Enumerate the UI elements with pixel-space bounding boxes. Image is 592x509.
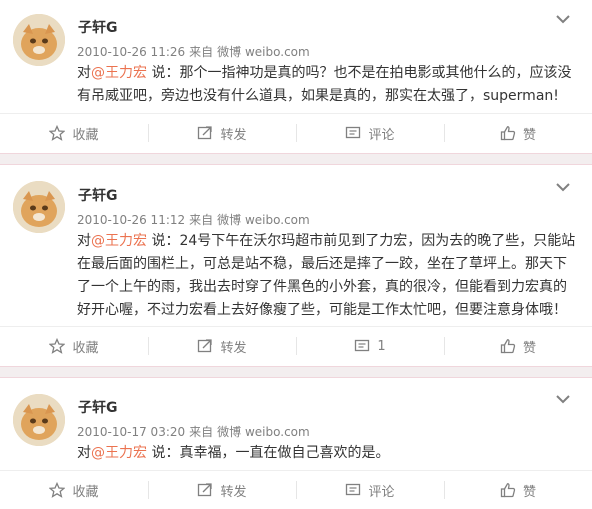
like-button[interactable]: 赞 — [444, 114, 592, 152]
avatar[interactable] — [13, 394, 65, 446]
author-name[interactable]: 子轩G — [78, 397, 118, 417]
repost-button[interactable]: 转发 — [148, 471, 296, 509]
post-card: 子轩G 2010-10-26 11:26 来自 微博 weibo.com 对@王力宏… — [0, 0, 592, 153]
timestamp[interactable]: 2010-10-17 03:20 — [77, 425, 185, 439]
star-icon — [49, 125, 66, 141]
star-icon — [49, 482, 66, 498]
avatar[interactable] — [13, 181, 65, 233]
mention-link[interactable]: @王力宏 — [91, 233, 147, 249]
post-body: 说：那个一指神功是真的吗？也不是在拍电影或其他什么的，应该没有吊威亚吧，旁边也没… — [77, 65, 572, 104]
mention-link[interactable]: @王力宏 — [91, 65, 147, 81]
chevron-down-icon[interactable] — [556, 394, 570, 404]
repost-icon — [197, 482, 213, 498]
comment-button[interactable]: 评论 — [296, 471, 444, 509]
post-card: 子轩G 2010-10-17 03:20 来自 微博 weibo.com 对@王力宏… — [0, 378, 592, 509]
repost-label: 转发 — [220, 484, 247, 500]
post-card: 子轩G 2010-10-26 11:12 来自 微博 weibo.com 对@王力宏… — [0, 165, 592, 366]
post-prefix: 对 — [77, 233, 91, 249]
post-body: 说：真幸福，一直在做自己喜欢的是。 — [147, 445, 390, 461]
source[interactable]: 微博 weibo.com — [217, 45, 310, 59]
post-meta: 2010-10-26 11:12 来自 微博 weibo.com — [77, 211, 314, 228]
post-prefix: 对 — [77, 445, 91, 461]
repost-label: 转发 — [220, 340, 247, 356]
source-prefix: 来自 — [189, 425, 214, 439]
like-label: 赞 — [522, 484, 536, 500]
favorite-label: 收藏 — [72, 340, 99, 356]
post-text: 对@王力宏 说：24号下午在沃尔玛超市前见到了力宏，因为去的晚了些，只能站在最后… — [77, 230, 577, 322]
weibo-feed: 子轩G 2010-10-26 11:26 来自 微博 weibo.com 对@王力宏… — [0, 0, 592, 509]
comment-button[interactable]: 评论 — [296, 114, 444, 152]
action-bar: 收藏 转发 评论 赞 — [0, 113, 592, 152]
repost-icon — [197, 338, 213, 354]
post-separator — [0, 366, 592, 378]
action-bar: 收藏 转发 评论 赞 — [0, 470, 592, 509]
like-button[interactable]: 赞 — [444, 327, 592, 365]
favorite-label: 收藏 — [72, 484, 99, 500]
post-separator — [0, 153, 592, 165]
thumbs-up-icon — [500, 125, 516, 141]
like-button[interactable]: 赞 — [444, 471, 592, 509]
post-body: 说：24号下午在沃尔玛超市前见到了力宏，因为去的晚了些，只能站在最后面的围栏上，… — [77, 233, 576, 318]
thumbs-up-icon — [500, 338, 516, 354]
post-prefix: 对 — [77, 65, 91, 81]
source-prefix: 来自 — [189, 45, 214, 59]
repost-button[interactable]: 转发 — [148, 114, 296, 152]
comment-label: 评论 — [368, 127, 395, 143]
comment-count: 1 — [377, 338, 386, 354]
chevron-down-icon[interactable] — [556, 182, 570, 192]
post-meta: 2010-10-17 03:20 来自 微博 weibo.com — [77, 423, 314, 440]
timestamp[interactable]: 2010-10-26 11:26 — [77, 45, 185, 59]
source[interactable]: 微博 weibo.com — [217, 213, 310, 227]
author-name[interactable]: 子轩G — [78, 185, 118, 205]
repost-button[interactable]: 转发 — [148, 327, 296, 365]
comment-icon — [345, 482, 361, 498]
comment-button[interactable]: 1 — [296, 327, 444, 365]
favorite-label: 收藏 — [72, 127, 99, 143]
like-label: 赞 — [522, 127, 536, 143]
action-bar: 收藏 转发 1 赞 — [0, 326, 592, 365]
repost-icon — [197, 125, 213, 141]
favorite-button[interactable]: 收藏 — [0, 327, 148, 365]
comment-label: 评论 — [368, 484, 395, 500]
star-icon — [49, 338, 66, 354]
source-prefix: 来自 — [189, 213, 214, 227]
repost-label: 转发 — [220, 127, 247, 143]
author-name[interactable]: 子轩G — [78, 17, 118, 37]
like-label: 赞 — [522, 340, 536, 356]
post-meta: 2010-10-26 11:26 来自 微博 weibo.com — [77, 43, 314, 60]
thumbs-up-icon — [500, 482, 516, 498]
post-text: 对@王力宏 说：真幸福，一直在做自己喜欢的是。 — [77, 442, 577, 465]
mention-link[interactable]: @王力宏 — [91, 445, 147, 461]
post-text: 对@王力宏 说：那个一指神功是真的吗？也不是在拍电影或其他什么的，应该没有吊威亚… — [77, 62, 577, 108]
source[interactable]: 微博 weibo.com — [217, 425, 310, 439]
comment-icon — [354, 338, 370, 354]
favorite-button[interactable]: 收藏 — [0, 114, 148, 152]
comment-icon — [345, 125, 361, 141]
timestamp[interactable]: 2010-10-26 11:12 — [77, 213, 185, 227]
chevron-down-icon[interactable] — [556, 14, 570, 24]
avatar[interactable] — [13, 14, 65, 66]
favorite-button[interactable]: 收藏 — [0, 471, 148, 509]
